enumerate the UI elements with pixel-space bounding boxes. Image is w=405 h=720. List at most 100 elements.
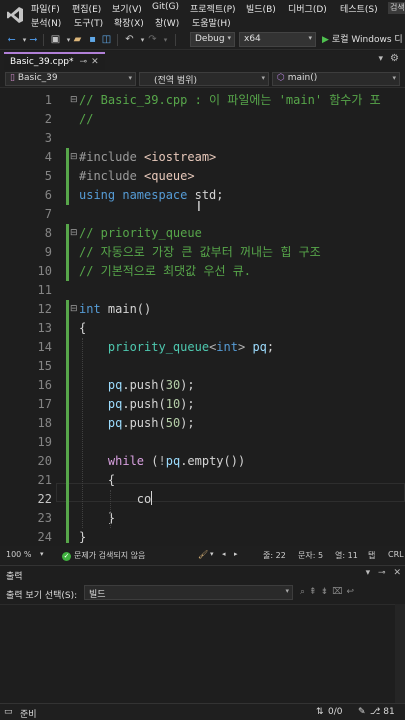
menu-view[interactable]: 보기(V) — [112, 2, 142, 15]
output-source-value: 빌드 — [89, 590, 106, 600]
code-line[interactable]: 10 // 기본적으로 최댓값 우선 큐. — [0, 262, 405, 281]
output-source-select[interactable]: 빌드 ▾ — [84, 585, 293, 600]
open-folder-icon[interactable]: ▰ — [71, 33, 84, 46]
menu-file[interactable]: 파일(F) — [31, 2, 60, 15]
collapse-icon[interactable]: ⊟ — [70, 224, 78, 243]
code-line[interactable]: 21 { — [0, 471, 405, 490]
pencil-icon[interactable]: ✎ — [358, 707, 366, 717]
panel-dropdown-icon[interactable]: ▾ — [366, 568, 371, 578]
save-icon[interactable]: ▪ — [86, 33, 99, 46]
redo-icon[interactable]: ↷ — [146, 33, 159, 46]
gear-icon[interactable]: ⚙ — [390, 53, 399, 64]
code-line[interactable]: 6 using namespace std; — [0, 186, 405, 205]
previous-message-icon[interactable]: ⇞ — [309, 587, 321, 597]
close-icon[interactable]: ✕ — [393, 568, 401, 578]
code-line[interactable]: 18 pq.push(50); — [0, 414, 405, 433]
menu-edit[interactable]: 편집(E) — [72, 2, 101, 15]
menu-window[interactable]: 창(W) — [155, 16, 179, 29]
code-line[interactable]: 16 pq.push(30); — [0, 376, 405, 395]
code-line[interactable]: 4 ⊟ #include <iostream> — [0, 148, 405, 167]
menu-git[interactable]: Git(G) — [152, 2, 179, 12]
close-icon[interactable]: ✕ — [91, 57, 99, 67]
redo-dropdown-icon[interactable]: ▾ — [159, 33, 172, 46]
forward-icon[interactable]: ⭢ — [27, 33, 40, 46]
menu-debug[interactable]: 디버그(D) — [288, 2, 327, 15]
back-icon[interactable]: ⭠ — [5, 33, 18, 46]
line-ending-indicator[interactable]: CRL — [388, 550, 404, 559]
column-indicator[interactable]: 열: 11 — [335, 550, 358, 561]
code-line[interactable]: 8 ⊟// priority_queue — [0, 224, 405, 243]
word-wrap-icon[interactable]: ↩ — [347, 587, 359, 597]
menu-tools[interactable]: 도구(T) — [74, 16, 103, 29]
next-message-icon[interactable]: ⇟ — [321, 587, 333, 597]
code-line[interactable]: 24} — [0, 528, 405, 543]
run-local-debugger-button[interactable]: ▶ 로컬 Windows 디 — [322, 32, 403, 47]
code-line[interactable]: 22 co — [0, 490, 405, 509]
code-line[interactable]: 13 { — [0, 319, 405, 338]
code-token: pq — [252, 340, 267, 354]
previous-issue-icon[interactable]: ◂ — [222, 550, 226, 558]
code-line[interactable]: 15 — [0, 357, 405, 376]
issues-indicator[interactable]: ✓ 문제가 검색되지 않음 — [62, 550, 145, 561]
indent-mode-indicator[interactable]: 탭 — [368, 550, 375, 561]
source-control-arrows-icon[interactable]: ⇅ — [316, 707, 324, 717]
code-line[interactable]: 7 — [0, 205, 405, 224]
line-number-indicator[interactable]: 줄: 22 — [263, 550, 286, 561]
project-select[interactable]: ▯ Basic_39 ▾ — [5, 72, 136, 86]
platform-select[interactable]: x64 ▾ — [239, 32, 316, 47]
pin-icon[interactable]: ⊸ — [378, 568, 386, 578]
clear-all-icon[interactable]: ⌧ — [332, 587, 346, 597]
chevron-down-icon: ▾ — [308, 34, 312, 42]
output-text-area[interactable] — [0, 604, 405, 704]
zoom-dropdown-icon[interactable]: ▾ — [40, 550, 44, 558]
code-line[interactable]: 3 — [0, 129, 405, 148]
code-line[interactable]: 5 #include <queue> — [0, 167, 405, 186]
code-line[interactable]: 2 // — [0, 110, 405, 129]
code-line[interactable]: 1 ⊟// Basic_39.cpp : 이 파일에는 'main' 함수가 포 — [0, 91, 405, 110]
tab-list-dropdown-icon[interactable]: ▾ — [378, 54, 383, 64]
find-message-icon[interactable]: ⌕ — [300, 587, 309, 597]
tab-basic39-cpp[interactable]: Basic_39.cpp* ⊸ ✕ — [4, 52, 105, 70]
indent-guide — [110, 490, 111, 528]
menu-test[interactable]: 테스트(S) — [340, 2, 378, 15]
solution-config-select[interactable]: Debug ▾ — [190, 32, 235, 47]
menu-project[interactable]: 프로젝트(P) — [190, 2, 236, 15]
menu-build[interactable]: 빌드(B) — [246, 2, 276, 15]
scope-select[interactable]: (전역 범위) ▾ — [139, 72, 269, 86]
edit-count-icon: ⎇ — [370, 707, 384, 717]
menu-help[interactable]: 도움말(H) — [192, 16, 231, 29]
edit-count[interactable]: ⎇ 81 — [370, 707, 395, 717]
pending-changes[interactable]: 0/0 — [328, 707, 342, 717]
code-line[interactable]: 19 — [0, 433, 405, 452]
collapse-icon[interactable]: ⊟ — [70, 148, 78, 167]
code-editor[interactable]: I 1 ⊟// Basic_39.cpp : 이 파일에는 'main' 함수가 … — [0, 88, 405, 543]
code-token: ); — [180, 397, 195, 411]
save-all-icon[interactable]: ◫ — [100, 33, 113, 46]
line-number: 16 — [37, 378, 52, 392]
code-cleanup-dropdown-icon[interactable]: ▾ — [210, 550, 214, 558]
collapse-icon[interactable]: ⊟ — [70, 91, 78, 110]
menu-extensions[interactable]: 확장(X) — [114, 16, 144, 29]
code-line[interactable]: 14 priority_queue<int> pq; — [0, 338, 405, 357]
output-scrollbar[interactable] — [395, 604, 405, 704]
code-line[interactable]: 20 while (!pq.empty()) — [0, 452, 405, 471]
code-cleanup-icon[interactable]: 🖌 — [198, 550, 208, 559]
code-line[interactable]: 9 // 자동으로 가장 큰 값부터 꺼내는 힙 구조 — [0, 243, 405, 262]
char-indicator[interactable]: 문자: 5 — [298, 550, 323, 561]
pin-icon[interactable]: ⊸ — [80, 57, 88, 67]
visual-studio-logo-icon[interactable] — [6, 6, 24, 24]
member-select[interactable]: ⬡ main() ▾ — [272, 72, 400, 86]
code-line[interactable]: 12 ⊟ int main() — [0, 300, 405, 319]
code-line[interactable]: 11 — [0, 281, 405, 300]
zoom-level[interactable]: 100 % — [6, 550, 31, 559]
output-source-label: 출력 보기 선택(S): — [6, 591, 78, 601]
code-line[interactable]: 17 pq.push(10); — [0, 395, 405, 414]
menu-analyze[interactable]: 분석(N) — [31, 16, 61, 29]
output-panel: 출력 ▾ ⊸ ✕ 출력 보기 선택(S): 빌드 ▾ ⌕⇞⇟⌧↩ — [0, 565, 405, 704]
search-box[interactable]: 검색 — [388, 2, 405, 14]
collapse-icon[interactable]: ⊟ — [70, 300, 78, 319]
next-issue-icon[interactable]: ▸ — [234, 550, 238, 558]
code-line[interactable]: 23 } — [0, 509, 405, 528]
undo-icon[interactable]: ↶ — [123, 33, 136, 46]
new-item-icon[interactable]: ▣ — [49, 33, 62, 46]
